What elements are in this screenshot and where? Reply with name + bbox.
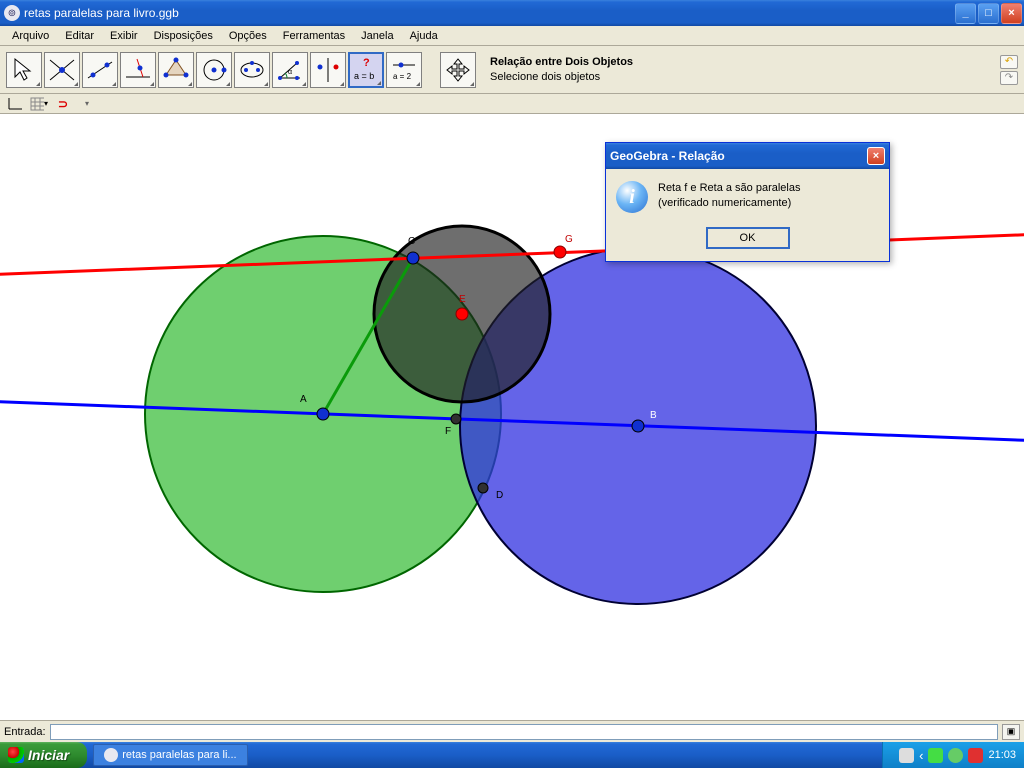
tool-polygon[interactable] (158, 52, 194, 88)
tool-angle[interactable]: α (272, 52, 308, 88)
tool-perpendicular[interactable] (120, 52, 156, 88)
point-f[interactable] (451, 414, 461, 424)
axes-toggle[interactable] (6, 96, 24, 112)
menubar: Arquivo Editar Exibir Disposições Opções… (0, 26, 1024, 46)
grid-toggle[interactable]: ▾ (30, 96, 48, 112)
undo-button[interactable]: ↶ (1000, 55, 1018, 69)
svg-text:a = b: a = b (354, 71, 374, 81)
tool-move[interactable] (6, 52, 42, 88)
menu-ferramentas[interactable]: Ferramentas (275, 28, 353, 44)
point-b[interactable] (632, 420, 644, 432)
command-input[interactable] (50, 724, 998, 740)
dialog-line1: Reta f e Reta a são paralelas (658, 181, 800, 196)
label-a: A (300, 394, 307, 405)
app-icon: ⊚ (4, 5, 20, 21)
label-g: G (565, 234, 573, 245)
tray-network-icon[interactable] (928, 748, 943, 763)
tool-circle[interactable] (196, 52, 232, 88)
menu-exibir[interactable]: Exibir (102, 28, 146, 44)
start-button[interactable]: Iniciar (0, 742, 87, 768)
tool-reflect[interactable] (310, 52, 346, 88)
svg-text:?: ? (363, 57, 370, 69)
point-a[interactable] (317, 408, 329, 420)
view-options-bar: ▾ ⊃ ▾ (0, 94, 1024, 114)
maximize-button[interactable]: □ (978, 3, 999, 24)
tool-move-view[interactable] (440, 52, 476, 88)
dialog-ok-button[interactable]: OK (706, 227, 790, 249)
menu-opcoes[interactable]: Opções (221, 28, 275, 44)
input-bar: Entrada: ▣ (0, 720, 1024, 742)
tray-avira-icon[interactable] (968, 748, 983, 763)
tool-conic[interactable] (234, 52, 270, 88)
tray-keyboard-icon[interactable] (899, 748, 914, 763)
dialog-message: Reta f e Reta a são paralelas (verificad… (658, 181, 800, 212)
tool-description: Relação entre Dois Objetos Selecione doi… (490, 55, 633, 84)
toolbar: α ? a = b a = 2 Relação entre Dois Objeto… (0, 46, 1024, 94)
menu-disposicoes[interactable]: Disposições (146, 28, 221, 44)
tray-chevron-icon[interactable]: ‹ (919, 748, 923, 763)
label-b: B (650, 410, 657, 421)
menu-editar[interactable]: Editar (57, 28, 102, 44)
window-titlebar: ⊚ retas paralelas para livro.ggb _ □ × (0, 0, 1024, 26)
point-d[interactable] (478, 483, 488, 493)
dialog-close-button[interactable]: × (867, 147, 885, 165)
menu-janela[interactable]: Janela (353, 28, 401, 44)
menu-ajuda[interactable]: Ajuda (402, 28, 446, 44)
system-tray[interactable]: ‹ 21:03 (882, 742, 1024, 768)
magnet-toggle[interactable]: ⊃ (54, 96, 72, 112)
input-helper-button[interactable]: ▣ (1002, 724, 1020, 740)
point-e[interactable] (456, 308, 468, 320)
tool-slider[interactable]: a = 2 (386, 52, 422, 88)
minimize-button[interactable]: _ (955, 3, 976, 24)
label-d: D (496, 490, 503, 501)
tray-clock[interactable]: 21:03 (988, 749, 1016, 761)
tool-desc-hint: Selecione dois objetos (490, 70, 633, 84)
dialog-line2: (verificado numericamente) (658, 196, 800, 211)
options-dropdown[interactable]: ▾ (78, 96, 96, 112)
point-c[interactable] (407, 252, 419, 264)
input-label: Entrada: (4, 726, 46, 738)
label-e: E (459, 294, 466, 305)
dialog-title: GeoGebra - Relação (610, 149, 867, 163)
label-c: C (408, 236, 415, 247)
info-icon: i (616, 181, 648, 213)
tool-desc-title: Relação entre Dois Objetos (490, 55, 633, 69)
relation-dialog: GeoGebra - Relação × i Reta f e Reta a s… (605, 142, 890, 262)
tool-line[interactable] (82, 52, 118, 88)
tool-point[interactable] (44, 52, 80, 88)
redo-button[interactable]: ↷ (1000, 71, 1018, 85)
windows-taskbar: Iniciar retas paralelas para li... ‹ 21:… (0, 742, 1024, 768)
label-f: F (445, 426, 451, 437)
window-title: retas paralelas para livro.ggb (24, 6, 955, 20)
svg-text:α: α (288, 69, 292, 76)
tool-relation[interactable]: ? a = b (348, 52, 384, 88)
point-g[interactable] (554, 246, 566, 258)
svg-text:a = 2: a = 2 (393, 72, 412, 81)
taskbar-item-geogebra[interactable]: retas paralelas para li... (93, 744, 247, 766)
menu-arquivo[interactable]: Arquivo (4, 28, 57, 44)
tray-skype-icon[interactable] (948, 748, 963, 763)
close-button[interactable]: × (1001, 3, 1022, 24)
dialog-titlebar[interactable]: GeoGebra - Relação × (606, 143, 889, 169)
